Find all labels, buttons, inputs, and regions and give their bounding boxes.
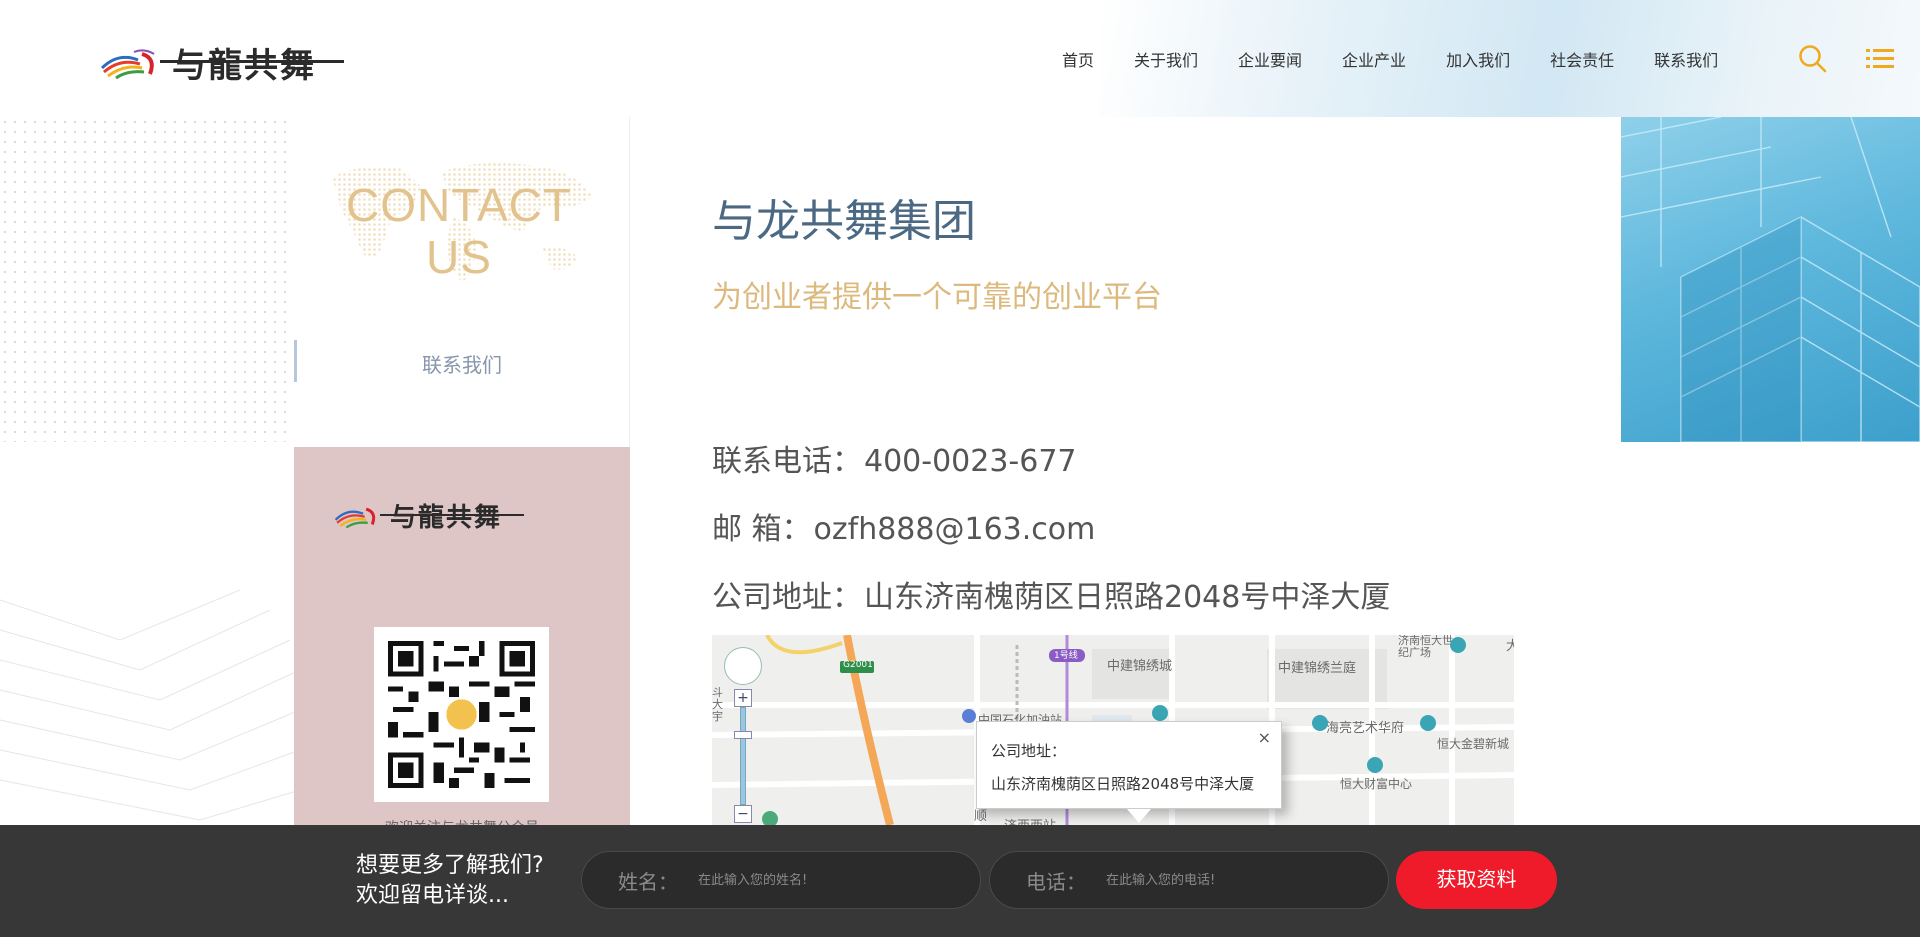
email-value[interactable]: ozfh888@163.com: [814, 512, 1096, 547]
contact-email: 邮 箱：ozfh888@163.com: [712, 504, 1095, 548]
sidebar-top-panel: CONTACT US 联系我们: [294, 117, 630, 447]
map-fuel-icon[interactable]: [962, 709, 976, 723]
nav-industry[interactable]: 企业产业: [1342, 47, 1406, 71]
sidebar-item-contact[interactable]: 联系我们: [294, 349, 630, 378]
map-poi-icon[interactable]: [1367, 757, 1383, 773]
nav-responsibility[interactable]: 社会责任: [1550, 47, 1614, 71]
sidebar-logo-text: 与龍共舞: [379, 497, 525, 534]
site-logo[interactable]: 与龍共舞: [98, 38, 344, 87]
map-poi-icon[interactable]: [1312, 715, 1328, 731]
name-field[interactable]: 姓名：: [581, 851, 981, 909]
phone-field[interactable]: 电话：: [989, 851, 1389, 909]
location-map[interactable]: G2001 1号线 中建锦绣城 中建锦绣兰庭 济南恒大世纪广场 海亮艺术华府 恒…: [712, 635, 1514, 825]
phone-label: 联系电话：: [712, 444, 862, 479]
search-icon[interactable]: [1798, 44, 1828, 74]
map-label-place-5: 恒大金碧新城: [1437, 737, 1510, 751]
close-icon[interactable]: ×: [1258, 728, 1271, 747]
address-label: 公司地址：: [712, 580, 862, 615]
dots-background: [0, 117, 294, 442]
address-value: 山东济南槐荫区日照路2048号中泽大厦: [864, 580, 1391, 615]
logo-text: 与龍共舞: [160, 38, 344, 87]
map-info-popup: 公司地址： 山东济南槐荫区日照路2048号中泽大厦 ×: [976, 721, 1282, 823]
phone-label-form: 电话：: [1026, 869, 1086, 894]
contact-address: 公司地址：山东济南槐荫区日照路2048号中泽大厦: [712, 572, 1390, 616]
email-label: 邮 箱：: [712, 512, 812, 547]
map-label-place-6: 恒大财富中心: [1340, 777, 1413, 791]
popup-address: 山东济南槐荫区日照路2048号中泽大厦: [991, 775, 1255, 793]
map-zoom-track[interactable]: [740, 707, 746, 805]
nav-join[interactable]: 加入我们: [1446, 47, 1510, 71]
popup-title: 公司地址：: [991, 742, 1067, 760]
name-label: 姓名：: [618, 869, 678, 894]
map-poi-icon[interactable]: [1152, 705, 1168, 721]
contact-title-line1: CONTACT: [346, 179, 572, 231]
main-nav: 首页 关于我们 企业要闻 企业产业 加入我们 社会责任 联系我们: [1062, 47, 1758, 71]
map-label-place-4: 海亮艺术华府: [1326, 721, 1405, 736]
map-zoom-in-button[interactable]: +: [734, 689, 752, 707]
contact-phone: 联系电话：400-0023-677: [712, 436, 1077, 480]
nav-contact[interactable]: 联系我们: [1654, 47, 1718, 71]
map-label-place-3: 济南恒大世纪广场: [1398, 635, 1453, 659]
list-menu-icon[interactable]: [1866, 48, 1894, 70]
map-label-place-2: 中建锦绣兰庭: [1278, 661, 1357, 676]
cta-line-1: 想要更多了解我们?: [356, 853, 544, 878]
site-header: 与龍共舞 首页 关于我们 企业要闻 企业产业 加入我们 社会责任 联系我们: [0, 0, 1920, 117]
line-pattern-decoration: [0, 589, 300, 821]
contact-title-line2: US: [426, 231, 492, 283]
map-poi-icon[interactable]: [1450, 637, 1466, 653]
map-poi-icon[interactable]: [762, 811, 778, 825]
map-label-place-10: 济西西站: [1004, 815, 1056, 825]
logo-swirl-icon: [100, 48, 155, 79]
sidebar-brand-logo: 与龍共舞: [332, 497, 525, 534]
get-info-button[interactable]: 获取资料: [1396, 851, 1557, 909]
nav-about[interactable]: 关于我们: [1134, 47, 1198, 71]
company-slogan: 为创业者提供一个可靠的创业平台: [712, 280, 1162, 315]
contact-form-bar: 想要更多了解我们? 欢迎留电详谈... 姓名： 电话： 获取资料: [0, 825, 1920, 937]
map-label-place-1: 中建锦绣城: [1107, 659, 1173, 674]
map-label-metro: 1号线: [1054, 651, 1078, 661]
nav-home[interactable]: 首页: [1062, 47, 1094, 71]
popup-tail: [1127, 809, 1151, 823]
cta-text: 想要更多了解我们? 欢迎留电详谈...: [356, 851, 544, 911]
nav-news[interactable]: 企业要闻: [1238, 47, 1302, 71]
qr-code: [374, 627, 549, 802]
map-zoom-out-button[interactable]: −: [734, 805, 752, 823]
name-input[interactable]: [698, 872, 928, 888]
map-label-g2001: G2001: [843, 660, 873, 670]
cta-line-2: 欢迎留电详谈...: [356, 883, 509, 908]
map-pan-control[interactable]: [724, 647, 762, 685]
company-title: 与龙共舞集团: [712, 196, 976, 247]
qr-code-graphic: [388, 641, 535, 788]
building-glass-illustration: [1621, 117, 1920, 442]
phone-value[interactable]: 400-0023-677: [864, 444, 1077, 479]
map-label-place-11: 大: [1506, 639, 1514, 654]
sidebar-bottom-panel: 与龍共舞 欢迎关注与龙共舞公众号: [294, 447, 630, 847]
map-zoom-thumb[interactable]: [734, 731, 752, 739]
building-image: [1621, 117, 1920, 442]
map-poi-icon[interactable]: [1420, 715, 1436, 731]
contact-us-title: CONTACT US: [294, 179, 624, 283]
map-label-place-8: 斗大宇: [712, 686, 723, 723]
phone-input[interactable]: [1106, 872, 1336, 888]
logo-swirl-icon: [334, 507, 376, 528]
